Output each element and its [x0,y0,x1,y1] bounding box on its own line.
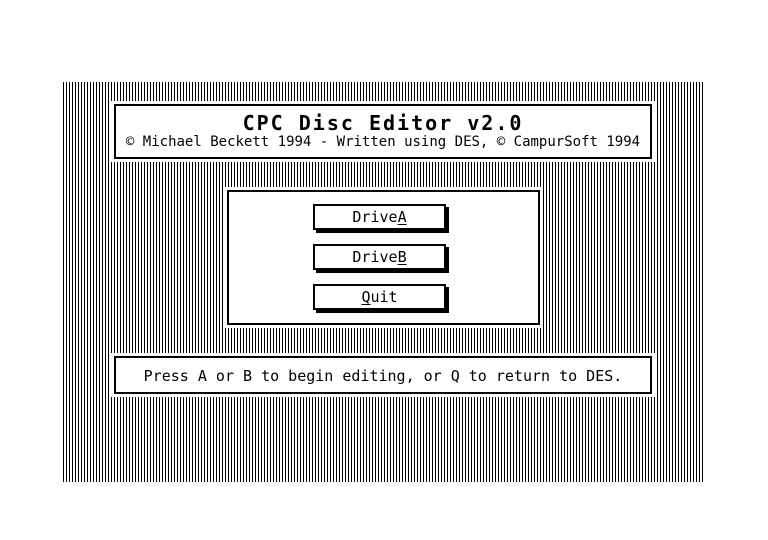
copyright-notice: © Michael Beckett 1994 - Written using D… [125,134,641,150]
app-title: CPC Disc Editor v2.0 [242,111,524,135]
button-label-prefix: Drive [352,248,398,266]
hotkey-letter: B [397,248,407,266]
quit-button[interactable]: Quit [313,284,446,310]
title-panel: CPC Disc Editor v2.0 © Michael Beckett 1… [111,101,655,162]
hotkey-letter: A [397,208,407,226]
drive-b-button[interactable]: Drive B [313,244,446,270]
hotkey-letter: Q [361,288,371,306]
button-label-suffix: uit [370,288,398,306]
status-message: Press A or B to begin editing, or Q to r… [143,367,623,385]
status-panel: Press A or B to begin editing, or Q to r… [111,353,655,397]
drive-menu-panel: Drive A Drive B Quit [224,187,543,328]
des-desktop: CPC Disc Editor v2.0 © Michael Beckett 1… [63,82,703,482]
drive-a-button[interactable]: Drive A [313,204,446,230]
button-label-prefix: Drive [352,208,398,226]
